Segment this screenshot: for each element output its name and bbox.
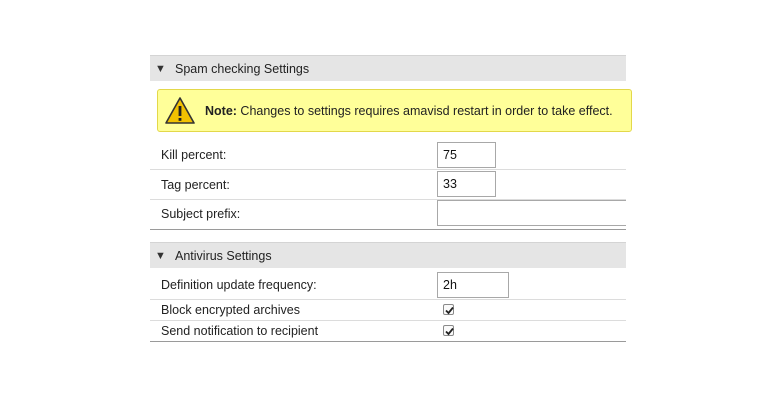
- collapse-triangle-icon[interactable]: ▼: [155, 63, 166, 75]
- antivirus-section-title: Antivirus Settings: [175, 248, 272, 263]
- spam-section-header[interactable]: ▼ Spam checking Settings: [150, 55, 626, 81]
- tag-percent-row: Tag percent:: [150, 170, 626, 200]
- note-bold-label: Note:: [205, 103, 237, 118]
- spam-section-title: Spam checking Settings: [175, 61, 310, 76]
- watermark-url: FARAASAT.COM: [641, 361, 687, 367]
- definition-frequency-label: Definition update frequency:: [161, 277, 317, 292]
- checkmark-icon: [445, 327, 454, 336]
- tag-percent-input[interactable]: [437, 171, 496, 197]
- block-encrypted-checkbox[interactable]: [443, 304, 454, 315]
- subject-prefix-input[interactable]: [437, 200, 626, 226]
- block-encrypted-row: Block encrypted archives: [150, 300, 626, 321]
- checkmark-icon: [445, 306, 454, 315]
- watermark-brand: فراست: [635, 337, 694, 356]
- note-message: Changes to settings requires amavisd res…: [236, 103, 613, 118]
- kill-percent-row: Kill percent:: [150, 140, 626, 170]
- send-notification-row: Send notification to recipient: [150, 321, 626, 342]
- kill-percent-label: Kill percent:: [161, 147, 227, 162]
- restart-note-banner: Note: Changes to settings requires amavi…: [157, 89, 632, 132]
- warning-icon: [165, 96, 195, 124]
- definition-frequency-row: Definition update frequency:: [150, 270, 626, 300]
- section-divider: [150, 229, 626, 230]
- tag-percent-label: Tag percent:: [161, 177, 230, 192]
- subject-prefix-label: Subject prefix:: [161, 207, 241, 221]
- faraasat-watermark-logo: فراست FARAASAT.COM: [635, 327, 727, 370]
- note-text: Note: Changes to settings requires amavi…: [205, 104, 613, 118]
- collapse-triangle-icon[interactable]: ▼: [155, 250, 166, 262]
- kill-percent-input[interactable]: [437, 142, 496, 168]
- bottom-divider: [150, 341, 626, 342]
- send-notification-label: Send notification to recipient: [161, 324, 319, 338]
- block-encrypted-label: Block encrypted archives: [161, 303, 300, 317]
- send-notification-checkbox[interactable]: [443, 325, 454, 336]
- antivirus-section-header[interactable]: ▼ Antivirus Settings: [150, 242, 626, 268]
- definition-frequency-input[interactable]: [437, 272, 509, 298]
